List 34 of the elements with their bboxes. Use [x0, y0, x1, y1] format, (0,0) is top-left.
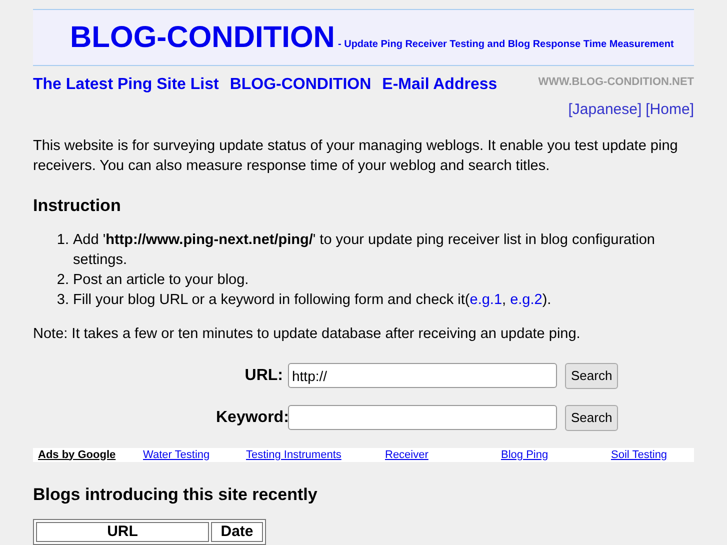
instruction-step: Add 'http://www.ping-next.net/ping/' to your update ping receiver list in blog configuration settings. — [73, 230, 694, 270]
nav-link[interactable]: The Latest Ping Site List — [33, 75, 219, 95]
blogs-heading: Blogs introducing this site recently — [33, 484, 318, 506]
intro-text: This website is for surveying update status of your managing weblogs. It enable you test update ping receivers. You can also measure response time of your weblog and search titles. — [33, 136, 679, 176]
ad-link[interactable]: Water Testing — [143, 446, 246, 463]
example-link[interactable]: e.g.1 — [470, 292, 502, 308]
list-number: 1. — [56, 231, 69, 250]
language-link[interactable]: [Japanese] — [568, 99, 642, 122]
ads-label[interactable]: Ads by Google — [38, 446, 143, 463]
ad-link[interactable]: Receiver — [385, 446, 501, 463]
instruction-step: Post an article to your blog. — [73, 270, 249, 290]
input-field[interactable]: http:// — [288, 363, 557, 388]
column-header: Date — [211, 522, 263, 542]
list-number: 2. — [56, 271, 69, 290]
field-label: Keyword: — [216, 408, 288, 428]
list-number: 3. — [56, 291, 69, 310]
site-subtitle: - Update Ping Receiver Testing and Blog Response Time Measurement — [338, 38, 674, 52]
ad-link[interactable]: Blog Ping — [501, 446, 611, 463]
ad-link[interactable]: Testing Instruments — [246, 446, 385, 463]
nav-link[interactable]: E-Mail Address — [382, 75, 498, 95]
field-label: URL: — [244, 366, 284, 386]
site-title[interactable]: BLOG-CONDITION — [70, 23, 335, 53]
input-field[interactable] — [288, 405, 557, 430]
ad-link[interactable]: Soil Testing — [611, 446, 668, 463]
instruction-step: Fill your blog URL or a keyword in following form and check it(e.g.1, e.g.2). — [73, 290, 552, 310]
search-button[interactable]: Search — [565, 404, 618, 431]
nav-link[interactable]: BLOG-CONDITION — [230, 75, 372, 95]
instruction-heading: Instruction — [33, 194, 122, 216]
search-button[interactable]: Search — [565, 362, 618, 389]
language-link[interactable]: [Home] — [646, 99, 694, 122]
note-text: Note: It takes a few or ten minutes to update database after receiving an update ping. — [33, 325, 582, 344]
domain-text: WWW.BLOG-CONDITION.NET — [538, 75, 694, 89]
column-header: URL — [36, 522, 209, 542]
example-link[interactable]: e.g.2 — [510, 292, 542, 308]
